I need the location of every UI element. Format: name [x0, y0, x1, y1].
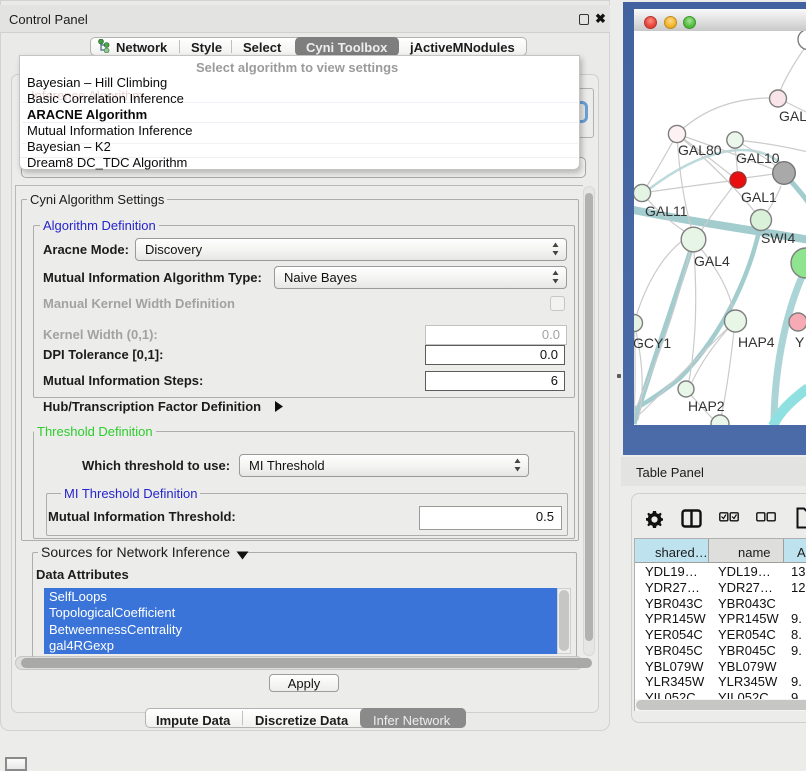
svg-text:HAP4: HAP4: [738, 334, 775, 350]
svg-text:SWI4: SWI4: [761, 230, 795, 246]
svg-text:GAL10: GAL10: [736, 150, 780, 166]
svg-text:GAL1: GAL1: [741, 189, 777, 205]
svg-text:GAL2: GAL2: [779, 108, 806, 124]
svg-text:HAP2: HAP2: [688, 398, 725, 414]
svg-text:Y: Y: [795, 334, 805, 350]
svg-text:GAL4: GAL4: [694, 253, 730, 269]
svg-text:GAL80: GAL80: [678, 142, 722, 158]
svg-text:GCY1: GCY1: [634, 335, 671, 351]
svg-text:GAL11: GAL11: [645, 203, 688, 219]
